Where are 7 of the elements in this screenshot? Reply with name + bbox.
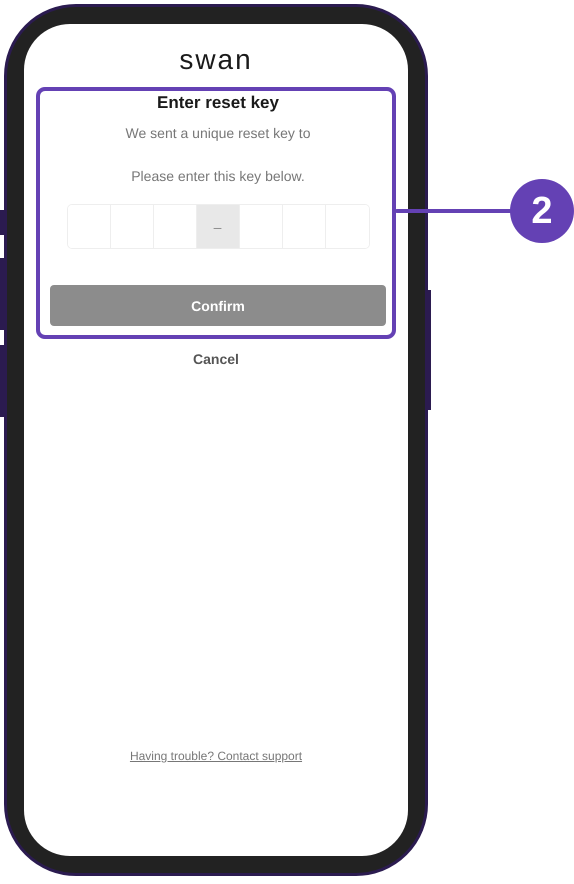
instruction-text: Please enter this key below. [131,167,305,186]
dialog-title: Enter reset key [157,92,279,114]
message-text: We sent a unique reset key to [126,124,310,143]
cancel-link[interactable]: Cancel [193,349,239,369]
support-link[interactable]: Having trouble? Contact support [130,746,302,766]
logo: swan [179,45,253,75]
callout-badge: 2 [510,179,574,243]
